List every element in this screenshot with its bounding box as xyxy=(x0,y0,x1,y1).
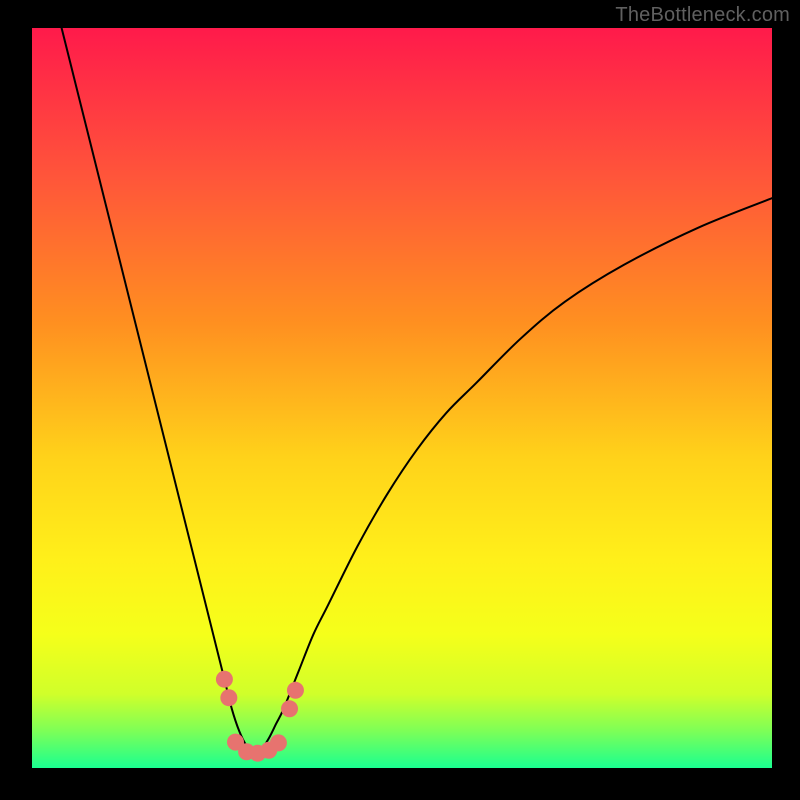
data-marker xyxy=(281,700,298,717)
data-marker xyxy=(270,734,287,751)
chart-container: TheBottleneck.com xyxy=(0,0,800,800)
data-marker xyxy=(287,682,304,699)
watermark-text: TheBottleneck.com xyxy=(615,4,790,27)
chart-background xyxy=(32,28,772,768)
bottleneck-chart xyxy=(32,28,772,768)
data-marker xyxy=(216,671,233,688)
data-marker xyxy=(220,689,237,706)
